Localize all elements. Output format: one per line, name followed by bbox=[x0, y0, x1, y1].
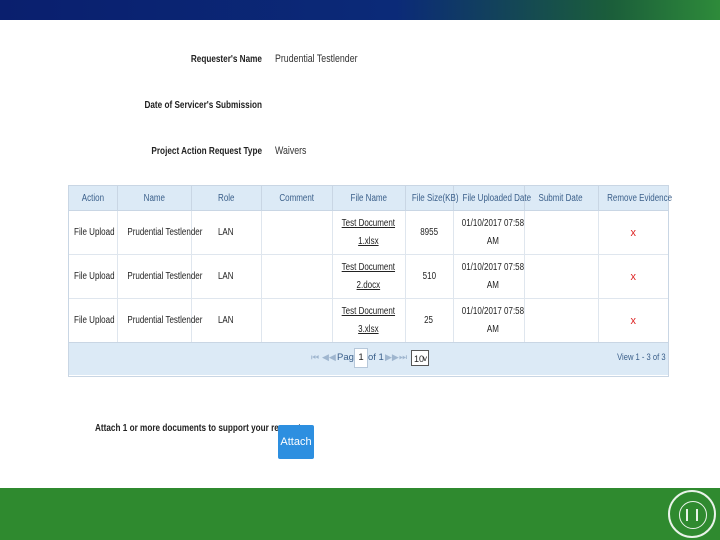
cell-action: File Upload bbox=[69, 298, 118, 343]
cell-name: Prudential Testlender bbox=[117, 210, 202, 255]
cell-comment bbox=[261, 298, 333, 343]
column-header-remove-evidence[interactable]: Remove Evidence bbox=[598, 186, 672, 211]
page-count-label: of 1 bbox=[368, 352, 384, 363]
cell-uploaded-date: 01/10/2017 07:58 AM bbox=[453, 254, 525, 299]
requester-name-label: Requester's Name bbox=[190, 53, 262, 65]
grid-pager: ⏮ ◀◀ Page 1 of 1 ▶▶ ⏭ 10 v View 1 - 3 of … bbox=[69, 342, 668, 375]
attach-instruction: Attach 1 or more documents to support yo… bbox=[95, 422, 301, 434]
column-header-action[interactable]: Action bbox=[69, 186, 118, 211]
column-header-name[interactable]: Name bbox=[117, 186, 192, 211]
request-type-value: Waivers bbox=[275, 145, 307, 157]
cell-remove: x bbox=[598, 298, 668, 343]
cell-comment bbox=[261, 254, 333, 299]
prev-page-icon[interactable]: ◀◀ bbox=[322, 352, 336, 363]
cell-action: File Upload bbox=[69, 210, 118, 255]
remove-evidence-button[interactable]: x bbox=[631, 227, 637, 239]
request-type-label: Project Action Request Type bbox=[151, 145, 262, 157]
next-page-icon[interactable]: ▶▶ bbox=[385, 352, 399, 363]
remove-evidence-button[interactable]: x bbox=[631, 271, 637, 283]
file-link[interactable]: Test Document 2.docx bbox=[342, 259, 395, 295]
first-page-icon[interactable]: ⏮ bbox=[311, 352, 319, 363]
remove-evidence-button[interactable]: x bbox=[631, 315, 637, 327]
cell-file-name[interactable]: Test Document 3.xlsx bbox=[332, 298, 406, 343]
department-seal-logo bbox=[668, 490, 716, 538]
cell-name: Prudential Testlender bbox=[117, 298, 202, 343]
cell-file-name[interactable]: Test Document 1.xlsx bbox=[332, 210, 406, 255]
cell-remove: x bbox=[598, 254, 668, 299]
table-row: File Upload Prudential Testlender LAN Te… bbox=[69, 210, 668, 255]
last-page-icon[interactable]: ⏭ bbox=[399, 352, 407, 363]
cell-remove: x bbox=[598, 210, 668, 255]
cell-uploaded-date: 01/10/2017 07:58 AM bbox=[453, 298, 525, 343]
cell-file-name[interactable]: Test Document 2.docx bbox=[332, 254, 406, 299]
cell-uploaded-date: 01/10/2017 07:58 AM bbox=[453, 210, 525, 255]
table-row: File Upload Prudential Testlender LAN Te… bbox=[69, 254, 668, 299]
cell-comment bbox=[261, 210, 333, 255]
top-banner bbox=[0, 0, 720, 20]
cell-action: File Upload bbox=[69, 254, 118, 299]
view-range-text: View 1 - 3 of 3 bbox=[617, 352, 666, 363]
file-link[interactable]: Test Document 1.xlsx bbox=[342, 215, 395, 251]
cell-submit-date bbox=[524, 210, 599, 255]
column-header-role[interactable]: Role bbox=[191, 186, 262, 211]
footer-bar bbox=[0, 488, 720, 540]
file-link[interactable]: Test Document 3.xlsx bbox=[342, 303, 395, 339]
chevron-down-icon: v bbox=[423, 354, 427, 363]
column-header-uploaded-date[interactable]: File Uploaded Date bbox=[453, 186, 531, 211]
cell-file-size: 8955 bbox=[405, 210, 454, 255]
evidence-table: Action Name Role Comment File Name File … bbox=[69, 186, 672, 343]
attach-button[interactable]: Attach bbox=[278, 425, 314, 459]
column-header-comment[interactable]: Comment bbox=[261, 186, 333, 211]
cell-submit-date bbox=[524, 298, 599, 343]
cell-submit-date bbox=[524, 254, 599, 299]
table-row: File Upload Prudential Testlender LAN Te… bbox=[69, 298, 668, 343]
cell-file-size: 510 bbox=[405, 254, 454, 299]
column-header-file-size[interactable]: File Size(KB) bbox=[405, 186, 458, 211]
rows-per-page-select[interactable]: 10 v bbox=[411, 350, 429, 366]
seal-building-icon bbox=[686, 509, 698, 521]
column-header-submit-date[interactable]: Submit Date bbox=[524, 186, 599, 211]
page-number-input[interactable]: 1 bbox=[354, 348, 368, 368]
column-header-file-name[interactable]: File Name bbox=[332, 186, 406, 211]
table-header-row: Action Name Role Comment File Name File … bbox=[69, 186, 672, 211]
requester-name-value: Prudential Testlender bbox=[275, 53, 358, 65]
cell-file-size: 25 bbox=[405, 298, 454, 343]
evidence-grid: Action Name Role Comment File Name File … bbox=[68, 185, 672, 377]
submission-date-label: Date of Servicer's Submission bbox=[144, 99, 262, 111]
cell-name: Prudential Testlender bbox=[117, 254, 202, 299]
